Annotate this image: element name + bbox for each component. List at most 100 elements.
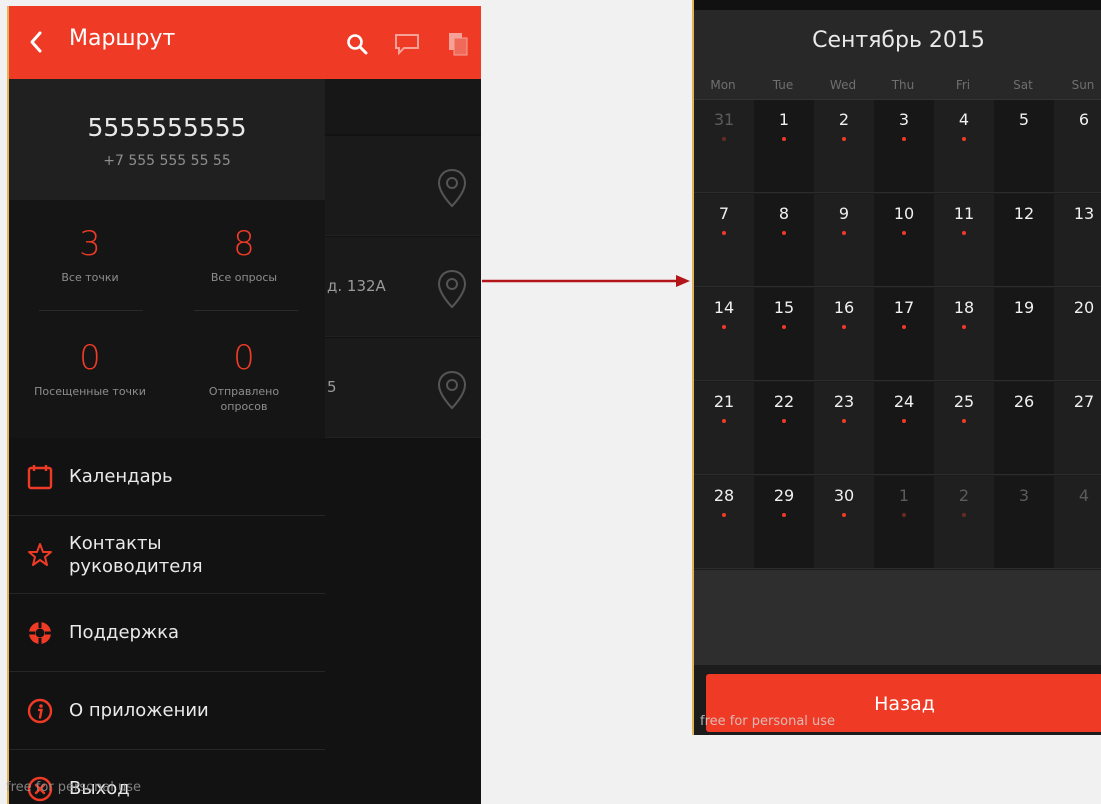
calendar-day-cell[interactable]: 27 xyxy=(1054,382,1101,475)
event-dot-indicator xyxy=(962,325,966,329)
event-dot-indicator xyxy=(902,137,906,141)
day-number: 27 xyxy=(1073,392,1095,411)
watermark-text: free for personal use xyxy=(700,714,836,729)
calendar-day-cell[interactable]: 7 xyxy=(694,194,754,287)
calendar-day-cell[interactable]: 2 xyxy=(934,476,994,569)
back-arrow-icon[interactable] xyxy=(27,30,45,54)
divider xyxy=(194,310,298,311)
calendar-day-cell[interactable]: 22 xyxy=(754,382,814,475)
calendar-day-cell[interactable]: 29 xyxy=(754,476,814,569)
route-point-address: д. 132А xyxy=(327,277,386,295)
search-icon[interactable] xyxy=(346,33,368,55)
day-number: 19 xyxy=(1013,298,1035,317)
calendar-day-cell[interactable]: 3 xyxy=(874,100,934,193)
transition-arrow xyxy=(482,275,690,287)
day-number: 20 xyxy=(1073,298,1095,317)
calendar-month-title: Сентябрь 2015 xyxy=(694,10,1101,72)
weekday-label: Mon xyxy=(710,78,736,92)
calendar-day-cell[interactable]: 13 xyxy=(1054,194,1101,287)
menu-item-calendar[interactable]: Календарь xyxy=(9,438,325,516)
calendar-day-cell[interactable]: 4 xyxy=(1054,476,1101,569)
calendar-day-cell[interactable]: 20 xyxy=(1054,288,1101,381)
event-dot-indicator xyxy=(962,231,966,235)
calendar-day-cell[interactable]: 3 xyxy=(994,476,1054,569)
day-number: 21 xyxy=(713,392,735,411)
info-icon xyxy=(25,696,55,726)
day-number: 2 xyxy=(958,486,970,505)
calendar-day-cell[interactable]: 21 xyxy=(694,382,754,475)
calendar-day-cell[interactable]: 5 xyxy=(994,100,1054,193)
chat-icon[interactable] xyxy=(394,33,420,55)
calendar-day-cell[interactable]: 31 xyxy=(694,100,754,193)
calendar-day-cell[interactable]: 2 xyxy=(814,100,874,193)
event-dot-indicator xyxy=(722,325,726,329)
weekday-label: Sun xyxy=(1071,78,1095,92)
event-dot-indicator xyxy=(902,231,906,235)
calendar-day-cell[interactable]: 15 xyxy=(754,288,814,381)
calendar-day-cell[interactable]: 1 xyxy=(874,476,934,569)
stat-all-points: 3 Все точки xyxy=(15,226,165,285)
day-number: 25 xyxy=(953,392,975,411)
calendar-day-cell[interactable]: 12 xyxy=(994,194,1054,287)
calendar-day-cell[interactable]: 26 xyxy=(994,382,1054,475)
menu-item-logout[interactable]: Выход xyxy=(9,750,325,804)
calendar-day-cell[interactable]: 28 xyxy=(694,476,754,569)
event-dot-indicator xyxy=(842,419,846,423)
event-dot-indicator xyxy=(842,325,846,329)
weekday-label: Sat xyxy=(1013,78,1033,92)
event-dot-indicator xyxy=(962,419,966,423)
calendar-day-cell[interactable]: 23 xyxy=(814,382,874,475)
app-bar-title: Маршрут xyxy=(69,26,176,51)
menu-item-manager-contacts[interactable]: Контакты руководителя xyxy=(9,516,325,594)
menu-item-label: Календарь xyxy=(69,466,173,487)
stat-label: Посещенные точки xyxy=(34,385,146,398)
day-number: 22 xyxy=(773,392,795,411)
user-phone: +7 555 555 55 55 xyxy=(103,153,231,169)
day-number: 31 xyxy=(713,110,735,129)
calendar-day-cell[interactable]: 19 xyxy=(994,288,1054,381)
weekday-label: Thu xyxy=(891,78,915,92)
copy-icon[interactable] xyxy=(447,31,469,57)
calendar-day-cell[interactable]: 16 xyxy=(814,288,874,381)
day-number: 5 xyxy=(1018,110,1030,129)
calendar-day-cell[interactable]: 10 xyxy=(874,194,934,287)
menu-item-about[interactable]: О приложении xyxy=(9,672,325,750)
watermark-text: free for personal use xyxy=(6,780,142,795)
day-number: 9 xyxy=(838,204,850,223)
calendar-day-cell[interactable]: 14 xyxy=(694,288,754,381)
calendar-day-cell[interactable]: 25 xyxy=(934,382,994,475)
calendar-day-cell[interactable]: 30 xyxy=(814,476,874,569)
user-name: 5555555555 xyxy=(87,113,247,142)
stat-label: Отправлено опросов xyxy=(208,385,280,413)
event-dot-indicator xyxy=(962,513,966,517)
stats-panel: 3 Все точки 8 Все опросы 0 Посещенные то… xyxy=(9,200,325,438)
right-phone-screen: Сентябрь 2015 Mon Tue Wed Thu Fri Sat Sun 31 1 2… xyxy=(692,0,1101,735)
day-number: 16 xyxy=(833,298,855,317)
day-number: 1 xyxy=(778,110,790,129)
calendar-day-cell[interactable]: 6 xyxy=(1054,100,1101,193)
calendar-day-cell[interactable]: 24 xyxy=(874,382,934,475)
calendar-day-cell[interactable]: 4 xyxy=(934,100,994,193)
menu-item-support[interactable]: Поддержка xyxy=(9,594,325,672)
event-dot-indicator xyxy=(842,231,846,235)
calendar-day-cell[interactable]: 8 xyxy=(754,194,814,287)
day-number: 4 xyxy=(958,110,970,129)
calendar-day-cell[interactable]: 9 xyxy=(814,194,874,287)
event-dot-indicator xyxy=(722,513,726,517)
app-bar: Маршрут xyxy=(9,6,481,79)
stat-all-surveys: 8 Все опросы xyxy=(169,226,319,285)
calendar-day-cell[interactable]: 18 xyxy=(934,288,994,381)
stat-sent-surveys: 0 Отправлено опросов xyxy=(169,340,319,414)
calendar-day-cell[interactable]: 11 xyxy=(934,194,994,287)
day-number: 12 xyxy=(1013,204,1035,223)
map-pin-icon[interactable] xyxy=(437,370,467,410)
map-pin-icon[interactable] xyxy=(437,168,467,208)
day-number: 3 xyxy=(898,110,910,129)
day-number: 18 xyxy=(953,298,975,317)
map-pin-icon[interactable] xyxy=(437,269,467,309)
calendar-footer xyxy=(694,570,1101,665)
calendar-day-cell[interactable]: 17 xyxy=(874,288,934,381)
weekday-label: Wed xyxy=(829,78,857,92)
calendar-day-cell[interactable]: 1 xyxy=(754,100,814,193)
lifebuoy-icon xyxy=(25,618,55,648)
